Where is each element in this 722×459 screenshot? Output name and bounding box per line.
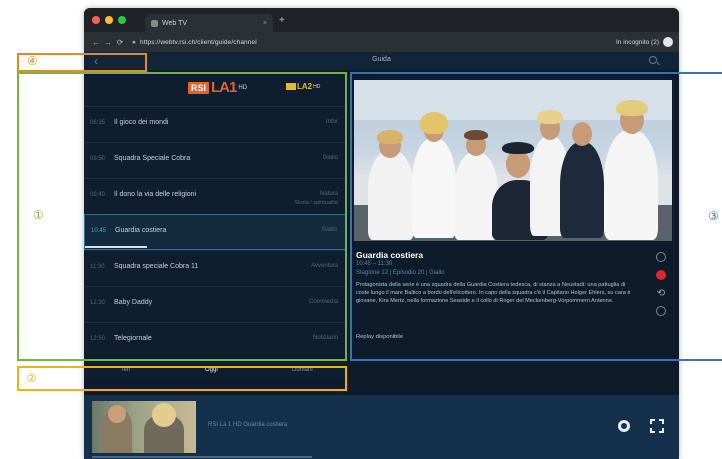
new-tab-button[interactable]: + [279,15,285,26]
stage: Web TV × + ← → ⟳ ● https://webtv.rsi.ch/c… [0,0,722,459]
annotation-label-back: ④ [27,54,38,68]
player-bar: RSI La 1 HD Guardia costiera [84,395,679,459]
playback-progress[interactable] [92,456,312,458]
annotation-detail-box [350,72,722,361]
incognito-label: In incognito (2) [616,38,659,46]
url-text: https://webtv.rsi.ch/client/guide/channe… [140,38,257,46]
now-playing-text: RSI La 1 HD Guardia costiera [208,422,288,428]
annotation-label-guide: ① [33,208,44,222]
lock-icon: ● [132,38,137,46]
reload-icon[interactable]: ⟳ [114,38,126,47]
annotation-guide-box [17,72,347,361]
browser-forward-icon[interactable]: → [102,38,114,47]
minimize-window-dot[interactable] [105,16,113,24]
annotation-label-detail: ③ [708,209,719,223]
close-window-dot[interactable] [92,16,100,24]
incognito-avatar-icon[interactable] [663,37,673,47]
tab-close-icon[interactable]: × [263,20,267,27]
fullscreen-icon[interactable] [650,419,664,433]
search-icon[interactable] [649,56,657,64]
browser-back-icon[interactable]: ← [90,38,102,47]
maximize-window-dot[interactable] [118,16,126,24]
app-header: ‹ Guida [84,52,679,70]
address-bar: ← → ⟳ ● https://webtv.rsi.ch/client/guide… [84,32,679,52]
annotation-days-box [17,366,347,391]
favicon-icon [151,19,158,27]
tab-title: Web TV [162,19,188,27]
url-field[interactable]: ● https://webtv.rsi.ch/client/guide/chann… [132,39,610,46]
page-title: Guida [372,56,391,63]
annotation-label-days: ② [26,371,37,385]
browser-tabbar: Web TV × + [84,8,679,32]
browser-tab[interactable]: Web TV × [145,14,273,32]
player-thumbnail[interactable] [92,401,196,453]
settings-icon[interactable] [618,420,630,432]
